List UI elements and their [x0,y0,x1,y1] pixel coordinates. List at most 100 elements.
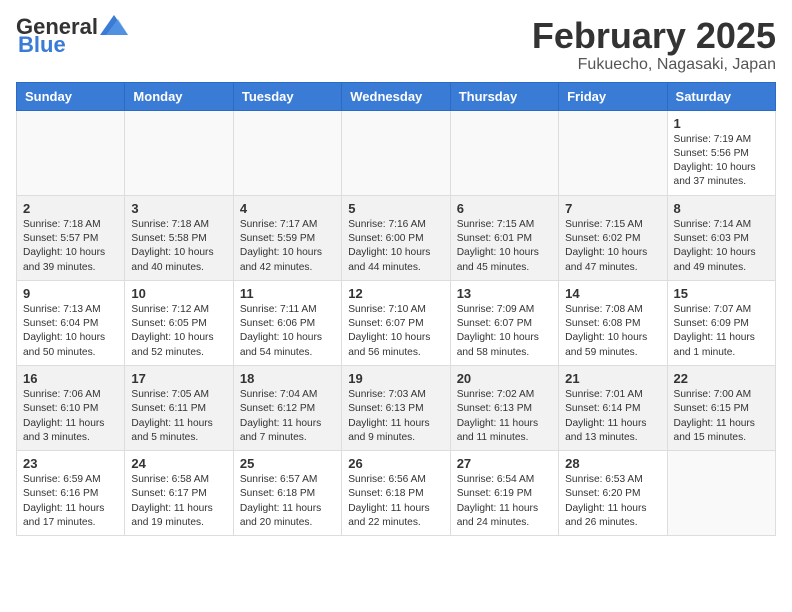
logo-icon [100,15,128,35]
day-cell: 18 Sunrise: 7:04 AM Sunset: 6:12 PM Dayli… [233,365,341,450]
day-info: Sunrise: 7:18 AM Sunset: 5:58 PM Dayligh… [131,218,226,275]
week-row-2: 2 Sunrise: 7:18 AM Sunset: 5:57 PM Daylig… [17,195,776,280]
day-number: 10 [131,286,226,301]
day-cell: 2 Sunrise: 7:18 AM Sunset: 5:57 PM Daylig… [17,195,125,280]
day-cell [559,110,667,195]
week-row-3: 9 Sunrise: 7:13 AM Sunset: 6:04 PM Daylig… [17,280,776,365]
day-number: 26 [348,456,443,471]
day-info: Sunrise: 7:18 AM Sunset: 5:57 PM Dayligh… [23,218,118,275]
day-number: 2 [23,201,118,216]
weekday-header-row: SundayMondayTuesdayWednesdayThursdayFrid… [17,82,776,110]
day-number: 24 [131,456,226,471]
day-info: Sunrise: 7:06 AM Sunset: 6:10 PM Dayligh… [23,388,118,445]
day-number: 11 [240,286,335,301]
day-number: 23 [23,456,118,471]
day-number: 27 [457,456,552,471]
day-number: 15 [674,286,769,301]
week-row-4: 16 Sunrise: 7:06 AM Sunset: 6:10 PM Dayli… [17,365,776,450]
day-cell: 11 Sunrise: 7:11 AM Sunset: 6:06 PM Dayli… [233,280,341,365]
day-cell: 4 Sunrise: 7:17 AM Sunset: 5:59 PM Daylig… [233,195,341,280]
day-number: 1 [674,116,769,131]
day-cell: 24 Sunrise: 6:58 AM Sunset: 6:17 PM Dayli… [125,451,233,536]
day-info: Sunrise: 7:04 AM Sunset: 6:12 PM Dayligh… [240,388,335,445]
day-cell: 19Sunrise: 7:03 AM Sunset: 6:13 PM Dayli… [342,365,450,450]
day-cell: 20 Sunrise: 7:02 AM Sunset: 6:13 PM Dayli… [450,365,558,450]
day-number: 18 [240,371,335,386]
day-info: Sunrise: 7:14 AM Sunset: 6:03 PM Dayligh… [674,218,769,275]
day-cell: 21 Sunrise: 7:01 AM Sunset: 6:14 PM Dayli… [559,365,667,450]
day-cell [342,110,450,195]
day-info: Sunrise: 6:59 AM Sunset: 6:16 PM Dayligh… [23,473,118,530]
day-number: 7 [565,201,660,216]
title-area: February 2025 Fukuecho, Nagasaki, Japan [532,16,776,74]
day-cell: 8 Sunrise: 7:14 AM Sunset: 6:03 PM Daylig… [667,195,775,280]
weekday-friday: Friday [559,82,667,110]
day-info: Sunrise: 6:57 AM Sunset: 6:18 PM Dayligh… [240,473,335,530]
day-number: 25 [240,456,335,471]
day-cell: 22 Sunrise: 7:00 AM Sunset: 6:15 PM Dayli… [667,365,775,450]
day-cell: 10 Sunrise: 7:12 AM Sunset: 6:05 PM Dayli… [125,280,233,365]
day-cell: 23 Sunrise: 6:59 AM Sunset: 6:16 PM Dayli… [17,451,125,536]
day-info: Sunrise: 7:15 AM Sunset: 6:01 PM Dayligh… [457,218,552,275]
day-info: Sunrise: 7:16 AM Sunset: 6:00 PM Dayligh… [348,218,443,275]
day-number: 9 [23,286,118,301]
day-cell: 27 Sunrise: 6:54 AM Sunset: 6:19 PM Dayli… [450,451,558,536]
day-info: Sunrise: 7:02 AM Sunset: 6:13 PM Dayligh… [457,388,552,445]
day-info: Sunrise: 6:56 AM Sunset: 6:18 PM Dayligh… [348,473,443,530]
weekday-monday: Monday [125,82,233,110]
day-info: Sunrise: 7:01 AM Sunset: 6:14 PM Dayligh… [565,388,660,445]
day-info: Sunrise: 7:09 AM Sunset: 6:07 PM Dayligh… [457,303,552,360]
day-info: Sunrise: 7:07 AM Sunset: 6:09 PM Dayligh… [674,303,769,360]
day-info: Sunrise: 7:08 AM Sunset: 6:08 PM Dayligh… [565,303,660,360]
weekday-sunday: Sunday [17,82,125,110]
logo-blue: Blue [18,32,66,58]
weekday-saturday: Saturday [667,82,775,110]
weekday-thursday: Thursday [450,82,558,110]
day-cell: 26 Sunrise: 6:56 AM Sunset: 6:18 PM Dayli… [342,451,450,536]
day-cell: 1 Sunrise: 7:19 AM Sunset: 5:56 PM Daylig… [667,110,775,195]
day-number: 5 [348,201,443,216]
weekday-tuesday: Tuesday [233,82,341,110]
day-cell: 17Sunrise: 7:05 AM Sunset: 6:11 PM Dayli… [125,365,233,450]
day-info: Sunrise: 7:00 AM Sunset: 6:15 PM Dayligh… [674,388,769,445]
day-cell: 3 Sunrise: 7:18 AM Sunset: 5:58 PM Daylig… [125,195,233,280]
day-info: Sunrise: 7:05 AM Sunset: 6:11 PM Dayligh… [131,388,226,445]
day-number: 16 [23,371,118,386]
day-info: Sunrise: 7:12 AM Sunset: 6:05 PM Dayligh… [131,303,226,360]
day-cell [450,110,558,195]
day-number: 28 [565,456,660,471]
page-header: General Blue February 2025 Fukuecho, Nag… [16,16,776,74]
day-info: Sunrise: 7:03 AM Sunset: 6:13 PM Dayligh… [348,388,443,445]
day-cell: 7Sunrise: 7:15 AM Sunset: 6:02 PM Daylig… [559,195,667,280]
day-number: 13 [457,286,552,301]
day-cell [667,451,775,536]
day-cell: 13 Sunrise: 7:09 AM Sunset: 6:07 PM Dayli… [450,280,558,365]
day-cell [17,110,125,195]
day-number: 4 [240,201,335,216]
day-number: 6 [457,201,552,216]
day-number: 12 [348,286,443,301]
day-number: 22 [674,371,769,386]
day-cell: 9 Sunrise: 7:13 AM Sunset: 6:04 PM Daylig… [17,280,125,365]
day-cell: 15 Sunrise: 7:07 AM Sunset: 6:09 PM Dayli… [667,280,775,365]
day-info: Sunrise: 7:11 AM Sunset: 6:06 PM Dayligh… [240,303,335,360]
day-cell: 12 Sunrise: 7:10 AM Sunset: 6:07 PM Dayli… [342,280,450,365]
week-row-5: 23 Sunrise: 6:59 AM Sunset: 6:16 PM Dayli… [17,451,776,536]
day-cell [125,110,233,195]
day-number: 8 [674,201,769,216]
day-cell: 16 Sunrise: 7:06 AM Sunset: 6:10 PM Dayli… [17,365,125,450]
day-number: 3 [131,201,226,216]
day-info: Sunrise: 6:58 AM Sunset: 6:17 PM Dayligh… [131,473,226,530]
month-title: February 2025 [532,16,776,56]
day-number: 20 [457,371,552,386]
day-info: Sunrise: 7:19 AM Sunset: 5:56 PM Dayligh… [674,133,769,190]
day-cell: 28Sunrise: 6:53 AM Sunset: 6:20 PM Dayli… [559,451,667,536]
day-cell [233,110,341,195]
day-info: Sunrise: 7:10 AM Sunset: 6:07 PM Dayligh… [348,303,443,360]
day-number: 21 [565,371,660,386]
day-info: Sunrise: 6:54 AM Sunset: 6:19 PM Dayligh… [457,473,552,530]
day-cell: 25 Sunrise: 6:57 AM Sunset: 6:18 PM Dayli… [233,451,341,536]
day-number: 14 [565,286,660,301]
day-info: Sunrise: 7:17 AM Sunset: 5:59 PM Dayligh… [240,218,335,275]
day-info: Sunrise: 7:13 AM Sunset: 6:04 PM Dayligh… [23,303,118,360]
